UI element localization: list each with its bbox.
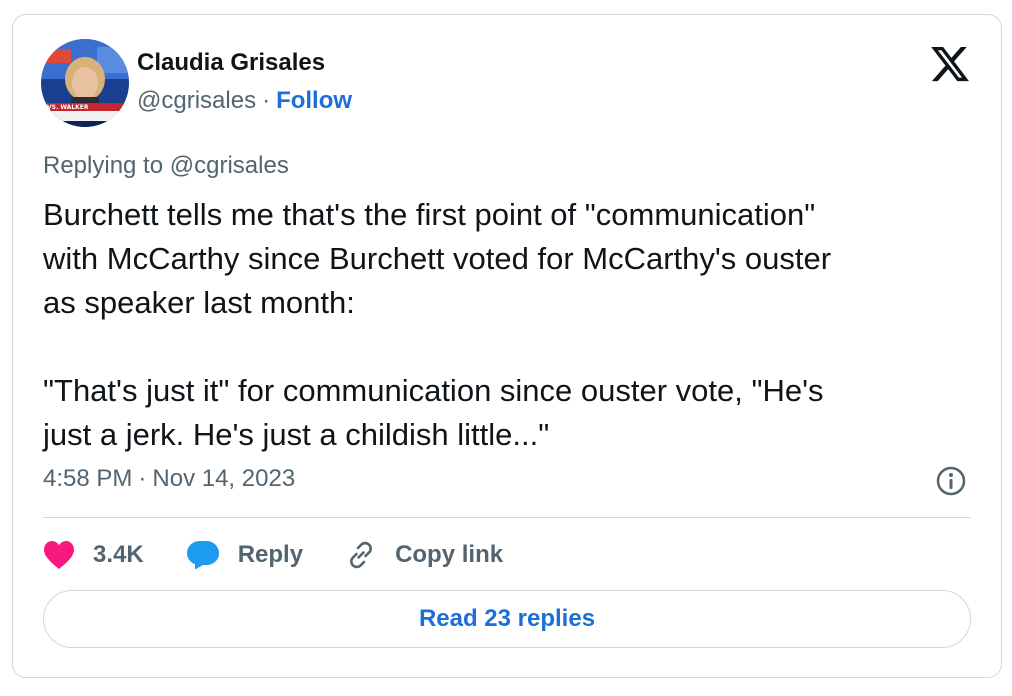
tweet-text: Burchett tells me that's the first point… — [43, 197, 832, 452]
follow-button[interactable]: Follow — [276, 87, 352, 114]
reply-bubble-icon — [186, 541, 219, 570]
author-handle-row: @cgrisales · Follow — [137, 87, 352, 115]
replying-prefix: Replying to — [43, 152, 164, 179]
reply-button[interactable]: Reply — [186, 540, 303, 570]
handle-separator: · — [262, 87, 271, 114]
action-bar: 3.4K Reply Copy link — [43, 535, 545, 575]
heart-icon — [44, 541, 74, 569]
x-logo-icon[interactable] — [929, 43, 971, 85]
replying-to: Replying to @cgrisales — [43, 152, 289, 180]
like-count: 3.4K — [93, 541, 144, 568]
divider — [43, 517, 971, 518]
read-replies-button[interactable]: Read 23 replies — [43, 590, 971, 648]
timestamp-separator: · — [138, 465, 147, 492]
link-icon — [350, 541, 373, 569]
author-name[interactable]: Claudia Grisales — [137, 49, 325, 77]
tweet-timestamp[interactable]: 4:58 PM · Nov 14, 2023 — [43, 465, 295, 493]
tweet-card: VS. WALKER Claudia Grisales @cgrisales · F… — [12, 14, 1002, 678]
replying-mention[interactable]: @cgrisales — [170, 152, 289, 179]
author-handle[interactable]: @cgrisales — [137, 87, 256, 114]
tweet-time: 4:58 PM — [43, 465, 133, 492]
avatar[interactable]: VS. WALKER — [41, 39, 129, 127]
info-icon[interactable] — [935, 465, 967, 497]
tweet-date: Nov 14, 2023 — [152, 465, 296, 492]
avatar-caption: VS. WALKER — [47, 104, 89, 111]
like-button[interactable]: 3.4K — [43, 540, 144, 570]
reply-label: Reply — [237, 541, 304, 568]
copy-link-button[interactable]: Copy link — [345, 539, 503, 571]
copy-link-label: Copy link — [395, 541, 504, 568]
